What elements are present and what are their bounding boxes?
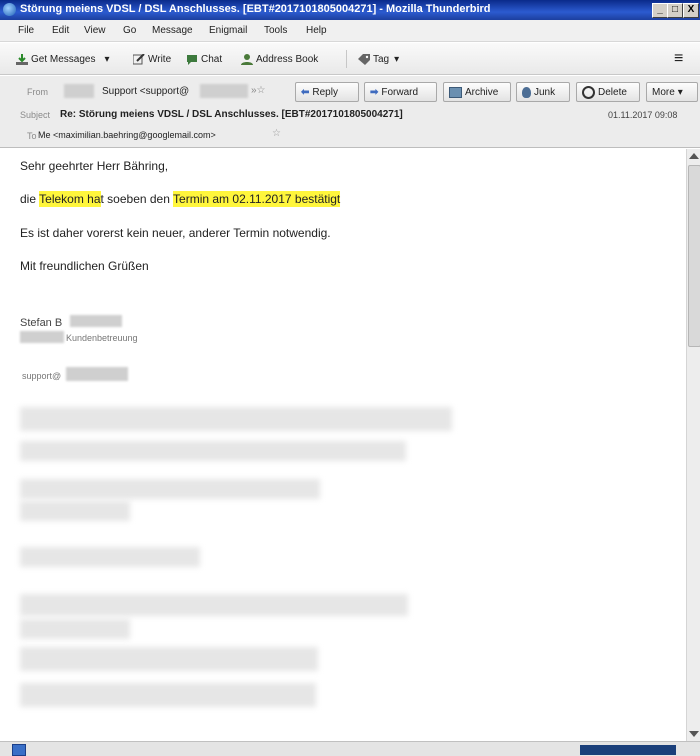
download-icon — [16, 53, 28, 65]
line1-text: die — [20, 192, 37, 206]
more-button[interactable]: More ▾ — [646, 82, 698, 102]
line1-middle-text: t soeben den — [100, 192, 170, 206]
scrollbar-thumb[interactable] — [688, 165, 700, 347]
menu-edit[interactable]: Edit — [52, 25, 69, 36]
junk-button[interactable]: Junk — [516, 82, 570, 102]
tag-button[interactable]: Tag ▾ — [358, 51, 399, 67]
menu-tools[interactable]: Tools — [264, 25, 287, 36]
write-label: Write — [148, 53, 172, 65]
forward-button[interactable]: ➡ Forward — [364, 82, 437, 102]
blurred-text-block — [20, 594, 408, 616]
forward-label: Forward — [381, 86, 419, 98]
redacted-company — [20, 331, 64, 343]
highlight-termin: Termin am 02.11.2017 bestätigt — [173, 191, 341, 207]
vertical-scrollbar[interactable] — [686, 149, 700, 741]
from-value[interactable]: Support <support@ — [102, 86, 189, 97]
signature-name: Stefan B — [20, 317, 63, 329]
menu-help[interactable]: Help — [306, 25, 327, 36]
activity-progress-bar — [580, 745, 676, 755]
menu-view[interactable]: View — [84, 25, 106, 36]
message-date: 01.11.2017 09:08 — [608, 110, 678, 120]
online-status-icon[interactable] — [12, 744, 26, 756]
from-label: From — [27, 87, 48, 97]
redacted-name — [64, 84, 94, 98]
blurred-text-block — [20, 501, 130, 521]
to-label: To — [27, 131, 37, 141]
menu-enigmail[interactable]: Enigmail — [209, 25, 247, 36]
delete-label: Delete — [598, 86, 627, 98]
blurred-text-block — [20, 619, 130, 639]
no-new-appointment-line: Es ist daher vorerst kein neuer, anderer… — [20, 226, 331, 240]
archive-button[interactable]: Archive — [443, 82, 511, 102]
more-label: More — [652, 86, 675, 98]
menu-go[interactable]: Go — [123, 25, 136, 36]
get-messages-label: Get Messages — [31, 53, 96, 65]
junk-label: Junk — [534, 86, 556, 98]
delete-button[interactable]: Delete — [576, 82, 640, 102]
forward-arrow-icon: ➡ — [370, 86, 379, 98]
delete-circle-icon — [582, 85, 595, 99]
message-header-pane: From Support <support@ »☆ ⬅ Reply ➡ Forw… — [0, 76, 700, 148]
chevron-down-icon[interactable]: ▾ — [394, 54, 399, 65]
reply-arrow-icon: ⬅ — [301, 86, 310, 98]
main-toolbar: Get Messages ▾ Write Chat Address Book T… — [0, 43, 700, 75]
chat-bubble-icon — [187, 54, 197, 65]
message-body: Sehr geehrter Herr Bähring, die Telekom … — [0, 149, 686, 741]
menu-bar: File Edit View Go Message Enigmail Tools… — [0, 20, 700, 42]
blurred-text-block — [20, 683, 316, 707]
thunderbird-icon — [3, 3, 16, 16]
status-bar — [0, 741, 700, 756]
junk-flame-icon — [522, 86, 531, 98]
greeting-line: Sehr geehrter Herr Bähring, — [20, 159, 169, 173]
tag-icon — [358, 53, 370, 65]
signature-department: Kundenbetreuung — [66, 333, 138, 343]
toolbar-separator — [346, 50, 347, 68]
address-book-label: Address Book — [256, 53, 319, 65]
window-title: Störung meiens VDSL / DSL Anschlusses. [… — [20, 3, 491, 15]
chevron-down-icon[interactable]: ▾ — [104, 54, 109, 65]
chat-button[interactable]: Chat — [186, 51, 222, 67]
scroll-up-arrow-icon[interactable] — [689, 153, 699, 159]
address-book-button[interactable]: Address Book — [241, 51, 318, 67]
highlight-telekom: Telekom ha — [39, 191, 101, 207]
blurred-text-block — [20, 441, 406, 461]
window-title-bar[interactable]: Störung meiens VDSL / DSL Anschlusses. [… — [0, 0, 700, 20]
app-menu-button[interactable]: ≡ — [674, 50, 683, 68]
blurred-text-block — [20, 647, 318, 671]
subject-value: Re: Störung meiens VDSL / DSL Anschlusse… — [60, 109, 403, 120]
to-value[interactable]: Me <maximilian.baehring@googlemail.com> — [38, 130, 216, 140]
add-contact-star-icon[interactable]: ☆ — [272, 128, 281, 139]
scroll-down-arrow-icon[interactable] — [689, 731, 699, 737]
signature-email: support@ — [22, 371, 62, 381]
reply-label: Reply — [312, 86, 338, 98]
contact-icon — [241, 53, 253, 65]
close-button[interactable]: X — [683, 3, 699, 18]
reply-button[interactable]: ⬅ Reply — [295, 82, 359, 102]
menu-file[interactable]: File — [18, 25, 34, 36]
maximize-button[interactable]: □ — [667, 3, 683, 18]
blurred-text-block — [20, 479, 320, 499]
chat-label: Chat — [201, 53, 223, 65]
closing-line: Mit freundlichen Grüßen — [20, 259, 149, 273]
menu-message[interactable]: Message — [152, 25, 193, 36]
minimize-button[interactable]: _ — [652, 3, 668, 18]
archive-box-icon — [449, 86, 462, 98]
write-button[interactable]: Write — [133, 51, 171, 67]
redacted-domain — [200, 84, 248, 98]
chevron-down-icon: ▾ — [677, 86, 683, 98]
archive-label: Archive — [465, 86, 499, 98]
pencil-icon — [133, 53, 145, 64]
blurred-text-block — [20, 407, 452, 431]
redacted-email-domain — [66, 367, 128, 381]
get-messages-button[interactable]: Get Messages ▾ — [16, 51, 110, 67]
confirmation-line: die Telekom hat soeben den Termin am 02.… — [20, 191, 341, 207]
hamburger-menu-icon[interactable]: ≡ — [674, 50, 683, 68]
add-contact-star-icon[interactable]: »☆ — [251, 85, 266, 96]
subject-label: Subject — [20, 110, 51, 120]
blurred-text-block — [20, 547, 200, 567]
redacted-surname — [70, 315, 122, 327]
tag-label: Tag — [373, 53, 390, 65]
